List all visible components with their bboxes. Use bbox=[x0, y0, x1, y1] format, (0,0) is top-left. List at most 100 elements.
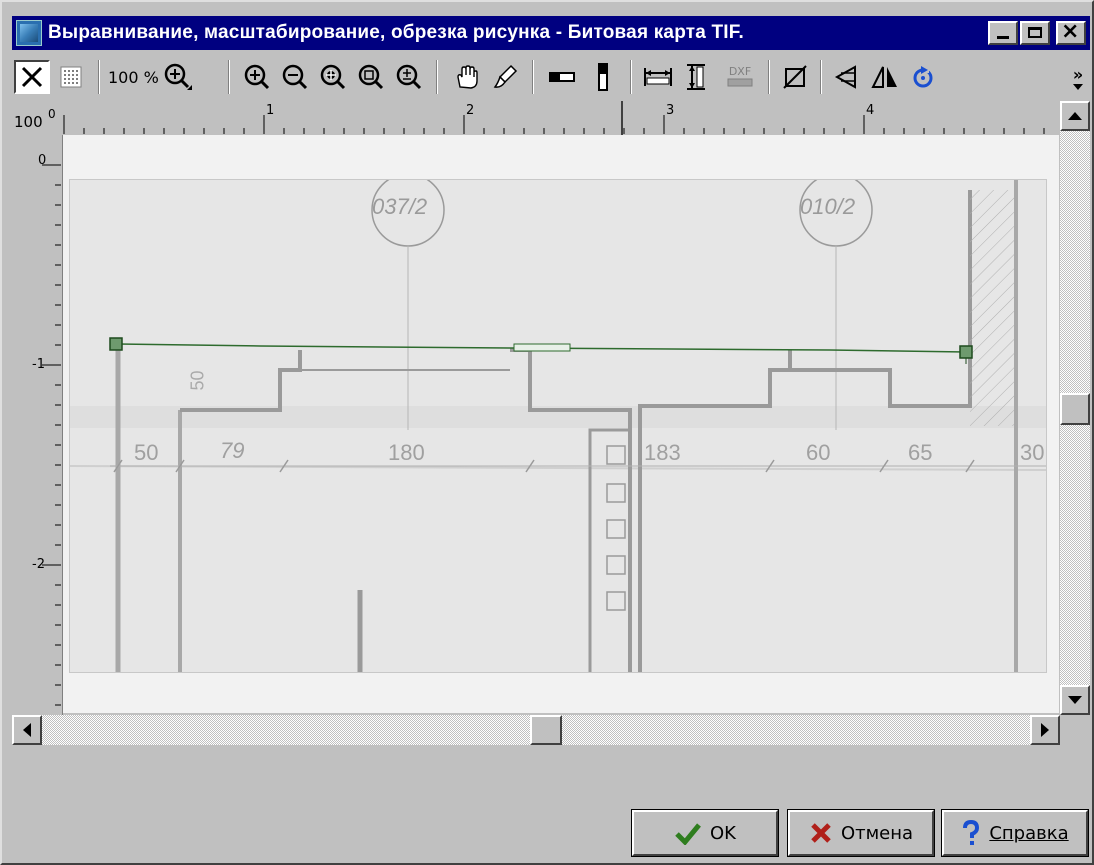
zoom-100-tool-button[interactable]: 100 % bbox=[108, 60, 218, 94]
maximize-icon bbox=[1028, 27, 1042, 38]
zoom-in-dropdown-icon bbox=[164, 63, 192, 90]
rotate-icon bbox=[913, 65, 933, 88]
toolbar-separator bbox=[768, 60, 770, 94]
brush-icon bbox=[493, 64, 518, 88]
toolbar-separator bbox=[532, 60, 534, 94]
minimize-button[interactable] bbox=[988, 21, 1018, 45]
overflow-label: » bbox=[1072, 64, 1084, 84]
ruler-label-minus-1: -1 bbox=[32, 357, 45, 372]
ruler-origin-label: 0 bbox=[48, 107, 56, 121]
close-button[interactable]: × bbox=[1056, 19, 1086, 45]
arrow-right-icon bbox=[1041, 723, 1049, 737]
toolbar-separator bbox=[630, 60, 632, 94]
ruler-label-minus-2: -2 bbox=[32, 557, 45, 572]
horizontal-scroll-thumb[interactable] bbox=[530, 715, 562, 745]
ruler-corner: 100 0 bbox=[12, 101, 62, 135]
zoom-in-icon bbox=[244, 64, 270, 90]
question-mark-icon bbox=[963, 819, 980, 845]
dxf-icon bbox=[727, 78, 753, 87]
mirror-vertical-button[interactable] bbox=[830, 60, 864, 94]
mirror-horizontal-icon bbox=[871, 66, 897, 88]
help-label: Справка bbox=[989, 822, 1069, 844]
close-icon: × bbox=[1061, 19, 1080, 44]
scroll-up-button[interactable] bbox=[1060, 101, 1090, 131]
vertical-scroll-thumb[interactable] bbox=[1060, 393, 1090, 425]
crop-icon bbox=[783, 65, 807, 89]
image-canvas[interactable]: 037/2 010/2 50 50 79 180 183 60 65 30 bbox=[63, 135, 1059, 713]
vertical-ruler: 0 -1 -2 bbox=[12, 135, 63, 715]
maximize-button[interactable] bbox=[1020, 21, 1050, 45]
help-button[interactable]: Справка bbox=[941, 809, 1089, 857]
cross-tool-button[interactable] bbox=[14, 60, 50, 94]
dimension-65: 65 bbox=[908, 440, 933, 465]
toolbar-overflow-button[interactable]: » bbox=[1068, 60, 1088, 94]
zoom-window-button[interactable] bbox=[354, 60, 388, 94]
cancel-button[interactable]: Отмена bbox=[787, 809, 935, 857]
vertical-align-button[interactable] bbox=[588, 60, 618, 94]
horizontal-ruler-ticks bbox=[63, 101, 1045, 135]
arrow-down-icon bbox=[1068, 696, 1082, 704]
vertical-bar-icon bbox=[598, 63, 608, 91]
arrow-up-icon bbox=[1068, 112, 1082, 120]
vertical-measure-button[interactable] bbox=[680, 60, 714, 94]
zoom-plusminus-icon bbox=[396, 64, 422, 90]
dimension-180: 180 bbox=[388, 440, 425, 465]
ok-button[interactable]: OK bbox=[631, 809, 779, 857]
zoom-plusminus-button[interactable] bbox=[392, 60, 426, 94]
dxf-button[interactable]: DXF bbox=[722, 60, 758, 94]
dxf-label: DXF bbox=[728, 65, 752, 78]
toolbar-separator bbox=[436, 60, 438, 94]
rotate-button[interactable] bbox=[906, 60, 940, 94]
plan-drawing bbox=[70, 180, 1046, 672]
zoom-fit-icon bbox=[320, 64, 346, 90]
scroll-down-button[interactable] bbox=[1060, 685, 1090, 715]
brush-button[interactable] bbox=[488, 60, 522, 94]
pan-hand-button[interactable] bbox=[450, 60, 484, 94]
horizontal-measure-icon bbox=[644, 68, 672, 86]
toolbar-separator bbox=[228, 60, 230, 94]
horizontal-align-button[interactable] bbox=[544, 60, 580, 94]
grid-icon bbox=[60, 66, 82, 88]
window-title: Выравнивание, масштабирование, обрезка р… bbox=[48, 22, 744, 43]
title-bar[interactable]: Выравнивание, масштабирование, обрезка р… bbox=[12, 16, 1090, 50]
bubble-label-2: 010/2 bbox=[800, 194, 856, 219]
scroll-right-button[interactable] bbox=[1030, 715, 1060, 745]
cross-icon bbox=[21, 66, 43, 88]
cancel-x-icon bbox=[811, 823, 831, 843]
ruler-label-1: 1 bbox=[266, 103, 275, 118]
toolbar-separator bbox=[820, 60, 822, 94]
ok-label: OK bbox=[710, 822, 736, 844]
ruler-label-0: 0 bbox=[38, 153, 47, 168]
scroll-left-button[interactable] bbox=[12, 715, 42, 745]
mirror-horizontal-button[interactable] bbox=[868, 60, 902, 94]
vertical-scrollbar[interactable] bbox=[1060, 101, 1090, 715]
horizontal-ruler: 1 2 3 4 bbox=[62, 101, 1054, 136]
scanned-plan-image: 037/2 010/2 50 50 79 180 183 60 65 30 bbox=[69, 179, 1047, 673]
zoom-in-button[interactable] bbox=[240, 60, 274, 94]
arrow-left-icon bbox=[23, 723, 31, 737]
zoom-window-icon bbox=[358, 64, 384, 90]
hand-icon bbox=[457, 65, 478, 89]
crop-button[interactable] bbox=[778, 60, 812, 94]
ruler-label-3: 3 bbox=[666, 103, 675, 118]
vertical-ruler-ticks bbox=[42, 164, 61, 706]
horizontal-measure-button[interactable] bbox=[640, 60, 676, 94]
horizontal-scrollbar[interactable] bbox=[12, 715, 1060, 745]
ruler-zoom-label: 100 bbox=[14, 113, 43, 131]
zoom-level-label: 100 % bbox=[108, 67, 159, 87]
overflow-dropdown-icon bbox=[1073, 83, 1083, 90]
zoom-fit-button[interactable] bbox=[316, 60, 350, 94]
ruler-label-4: 4 bbox=[866, 103, 875, 118]
zoom-out-icon bbox=[282, 64, 308, 90]
dimension-183: 183 bbox=[644, 440, 681, 465]
side-dimension-label: 50 bbox=[187, 370, 208, 391]
cancel-label: Отмена bbox=[840, 822, 914, 844]
zoom-out-button[interactable] bbox=[278, 60, 312, 94]
bubble-label-1: 037/2 bbox=[372, 194, 428, 219]
dimension-50: 50 bbox=[134, 440, 159, 465]
horizontal-bar-icon bbox=[549, 72, 575, 82]
dimension-79: 79 bbox=[220, 438, 245, 463]
toolbar-separator bbox=[98, 60, 100, 94]
grid-tool-button[interactable] bbox=[54, 60, 88, 94]
ruler-label-2: 2 bbox=[466, 103, 475, 118]
